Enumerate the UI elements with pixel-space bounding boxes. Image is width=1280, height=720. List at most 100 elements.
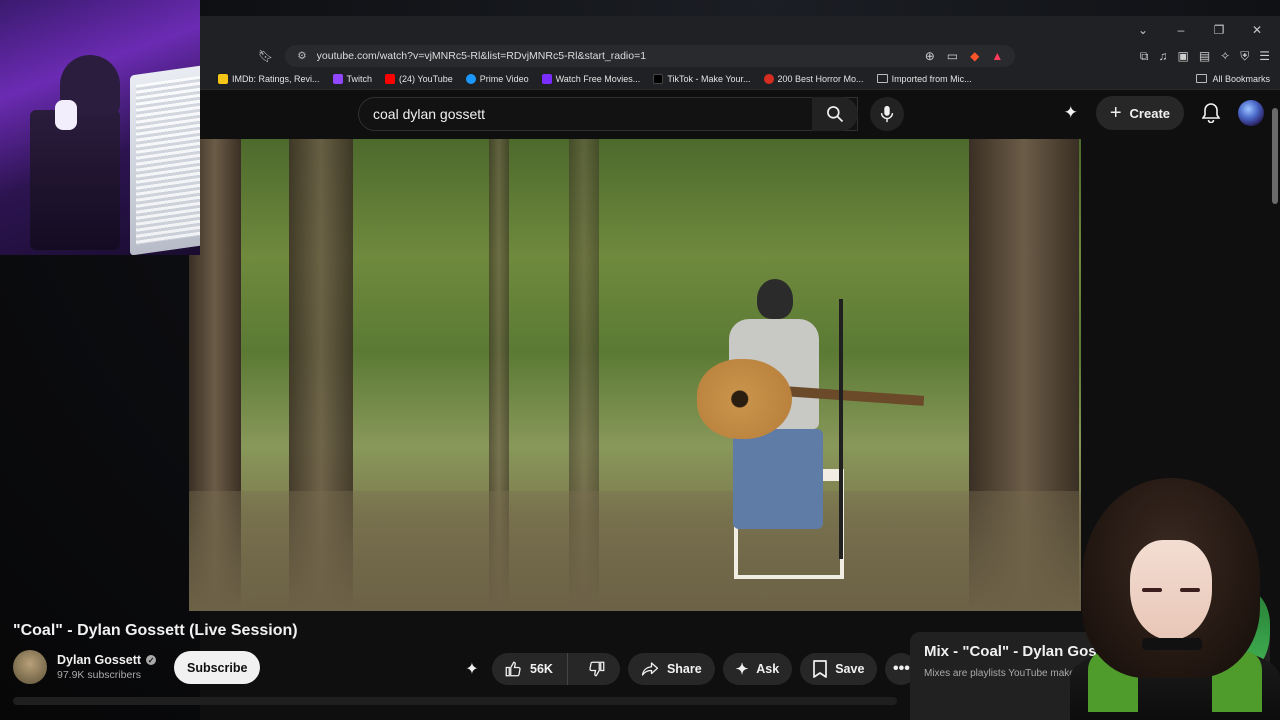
ask-button[interactable]: ✦ Ask [722,653,793,685]
create-button[interactable]: + Create [1095,96,1184,130]
youtube-masthead: coal dylan gossett ✕ ✦ + Create [200,90,1280,136]
address-actions: ⊕ ▭ ◆ ▲ [925,49,1004,63]
search-icon [827,106,844,123]
channel-info: Dylan Gossett ✓ 97.9K subscribers [13,650,157,684]
folder-icon [876,74,888,83]
twitch-icon [332,73,343,84]
save-button[interactable]: Save [800,653,878,685]
share-button[interactable]: Share [627,653,715,685]
bookmark-folder-imported[interactable]: Imported from Mic... [876,74,972,84]
close-icon[interactable]: ✕ [1248,23,1266,37]
like-button[interactable]: 56K [492,653,568,685]
window-titlebar: ⌄ – ❐ ✕ [200,16,1280,44]
notifications-bell-icon[interactable] [1202,103,1220,123]
thumbs-up-icon [505,661,521,677]
menu-icon[interactable]: ☰ [1259,49,1270,64]
thumbs-down-icon [589,661,605,677]
bookmark-label: Prime Video [479,73,529,84]
person-jeans [733,429,823,529]
bookmark-free-movies[interactable]: Watch Free Movies... [541,73,641,84]
music-icon[interactable]: ♫ [1158,49,1167,64]
bookmark-label: IMDb: Ratings, Revi... [232,73,320,84]
restore-icon[interactable]: ❐ [1210,23,1228,37]
bookmark-icon[interactable]: 🔖︎ [258,49,273,63]
video-title: "Coal" - Dylan Gossett (Live Session) [13,622,298,639]
like-dislike-group: 56K [492,653,620,685]
share-icon [641,662,659,676]
bookmark-imdb[interactable]: IMDb: Ratings, Revi... [218,73,320,84]
webcam-overlay [0,0,200,255]
sparkle-icon: ✦ [735,661,749,678]
subscriber-count: 97.9K subscribers [57,669,142,681]
cast-icon[interactable]: ▭ [947,49,958,63]
zoom-icon[interactable]: ⊕ [925,49,935,63]
bookmark-horror[interactable]: 200 Best Horror Mo... [763,73,864,84]
horror-icon [763,73,774,84]
person-head [757,279,793,319]
bookmark-prime-video[interactable]: Prime Video [465,73,529,84]
more-icon: ••• [893,660,910,677]
verified-icon: ✓ [146,655,157,665]
minimize-icon[interactable]: – [1172,23,1190,37]
chevron-down-icon[interactable]: ⌄ [1134,23,1152,37]
channel-avatar[interactable] [13,650,47,684]
bookmark-label: TikTok - Make Your... [667,73,751,84]
bookmarks-bar: IMDb: Ratings, Revi... Twitch (24) YouTu… [200,68,1280,90]
mix-title: Mix - "Coal" - Dylan Gossett [924,643,1124,660]
imdb-icon [218,73,228,84]
bookmark-youtube[interactable]: (24) YouTube [385,73,453,84]
description-box-edge[interactable] [13,697,897,705]
url-field[interactable]: ⚙︎ youtube.com/watch?v=vjMNRc5-Rl&list=R… [285,45,1016,67]
sparkle-icon[interactable]: ✦ [1064,103,1078,123]
bookmark-label: (24) YouTube [399,73,453,84]
all-bookmarks[interactable]: All Bookmarks [1196,74,1270,84]
webcam-cat-tree [30,110,120,250]
ai-icon[interactable]: ✧ [1220,49,1230,64]
share-label: Share [666,662,702,676]
extensions-bar: ⧉ ♫ ▣ ▤ ✧ ⛨ ☰ [1140,49,1270,64]
tiktok-icon [653,73,664,84]
webcam-monitor [130,64,200,255]
brave-rewards-icon[interactable]: ▲ [991,49,1003,63]
youtube-icon [385,73,396,84]
bookmark-label: Watch Free Movies... [555,73,641,84]
channel-name-row[interactable]: Dylan Gossett ✓ [57,653,157,667]
video-player[interactable] [189,139,1081,611]
ask-label: Ask [756,662,780,676]
forest-floor [189,491,1081,611]
channel-name: Dylan Gossett [57,653,142,667]
bookmark-label: Twitch [346,73,373,84]
save-label: Save [835,662,865,676]
prime-video-icon [465,73,476,84]
site-info-icon[interactable]: ⚙︎ [297,50,306,62]
webcam-lamp [55,100,77,130]
subscribe-button[interactable]: Subscribe [174,651,261,684]
like-count: 56K [530,662,553,676]
search-input[interactable]: coal dylan gossett ✕ [358,97,858,131]
sparkle-icon[interactable]: ✦ [460,653,484,685]
mix-subtitle: Mixes are playlists YouTube makes for yo… [924,668,1114,679]
bookmark-twitch[interactable]: Twitch [332,73,373,84]
url-text: youtube.com/watch?v=vjMNRc5-Rl&list=RDvj… [316,50,647,62]
bookmark-label: All Bookmarks [1212,73,1270,84]
microphone-icon [880,105,894,123]
dislike-button[interactable] [576,653,620,685]
extensions-icon[interactable]: ⧉ [1140,49,1149,64]
bookmark-save-icon [813,660,828,678]
brave-shield-icon[interactable]: ◆ [970,49,979,63]
address-bar-row: 🔖︎ ⚙︎ youtube.com/watch?v=vjMNRc5-Rl&lis… [200,44,1280,68]
voice-search-button[interactable] [870,97,904,131]
search-button[interactable] [812,97,858,131]
vpn-icon[interactable]: ⛨ [1240,49,1249,64]
wallet-icon[interactable]: ▤ [1199,49,1210,64]
movies-icon [541,73,552,84]
plus-icon: + [1109,101,1122,124]
search-query: coal dylan gossett [373,106,486,122]
mix-playlist-panel[interactable]: Mix - "Coal" - Dylan Gossett Mixes are p… [910,632,1270,720]
mic-stand [839,299,843,559]
bookmark-tiktok[interactable]: TikTok - Make Your... [653,73,751,84]
account-avatar[interactable] [1238,100,1264,126]
page-scrollbar[interactable] [1272,108,1278,204]
sidebar-icon[interactable]: ▣ [1177,49,1188,64]
masthead-actions: ✦ + Create [1064,96,1264,130]
